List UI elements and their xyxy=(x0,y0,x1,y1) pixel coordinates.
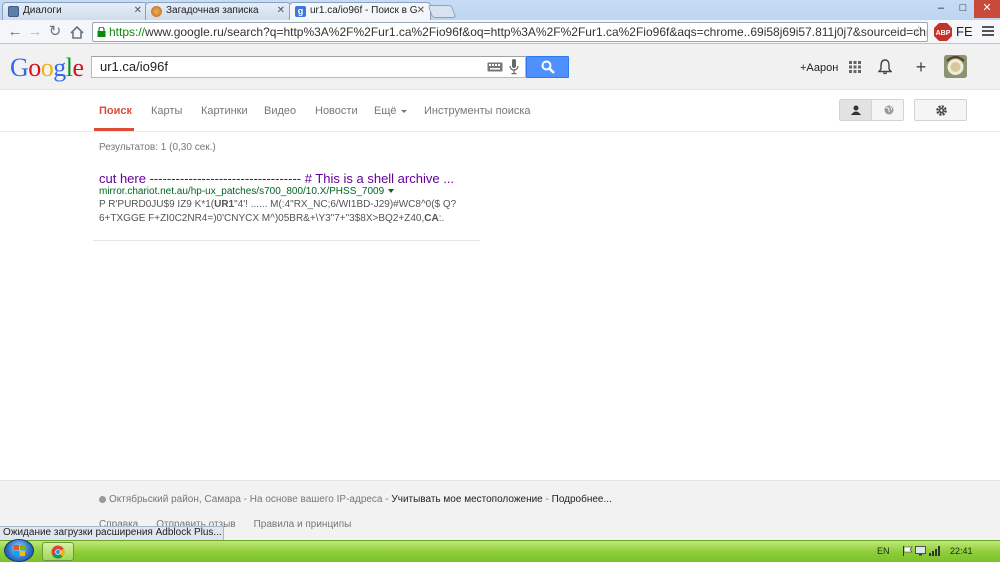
windows-taskbar xyxy=(0,540,1000,562)
avatar[interactable] xyxy=(944,55,967,78)
personal-results-button[interactable] xyxy=(840,100,872,120)
flag-icon[interactable] xyxy=(902,546,913,556)
snippet-text: "4'! ...... M(:4"RX_NC;6/WI1BD-J29)#WC8^… xyxy=(234,199,457,210)
microphone-icon[interactable] xyxy=(509,59,519,75)
url-scheme: https:// xyxy=(109,25,146,39)
tab-dialogs[interactable]: Диалоги ✕ xyxy=(2,2,148,20)
extension-fe[interactable]: FE xyxy=(956,23,973,41)
tab-images[interactable]: Картинки xyxy=(201,104,248,118)
results-personalization-toggle xyxy=(839,99,904,121)
result-url-text: mirror.chariot.net.au/hp-ux_patches/s700… xyxy=(99,186,385,197)
chrome-icon xyxy=(51,545,65,559)
tab-label: Загадочная записка xyxy=(166,5,259,16)
new-tab-button[interactable] xyxy=(427,5,457,18)
tab-label: Диалоги xyxy=(23,5,62,16)
caret-down-icon[interactable] xyxy=(388,189,395,194)
active-tab-indicator xyxy=(94,128,134,131)
adblock-icon[interactable]: ABP xyxy=(934,23,952,41)
tab-label: ur1.ca/io96f - Поиск в Go xyxy=(310,5,418,16)
logo-letter: o xyxy=(28,53,41,82)
taskbar-chrome-button[interactable] xyxy=(42,542,74,561)
snippet-highlight: UR1 xyxy=(214,199,235,210)
url-text: www.google.ru/search?q=http%3A%2F%2Fur1.… xyxy=(145,25,928,39)
location-dot-icon xyxy=(99,495,106,503)
tab-video[interactable]: Видео xyxy=(264,104,296,118)
forward-arrow-icon[interactable]: → xyxy=(26,23,44,41)
logo-letter: G xyxy=(10,53,29,82)
close-icon[interactable]: ✕ xyxy=(417,3,425,19)
system-clock[interactable]: 22:41 xyxy=(950,545,973,557)
snippet-text: :. xyxy=(438,213,445,224)
vk-icon xyxy=(8,6,19,17)
svg-text:ABP: ABP xyxy=(936,30,951,37)
maximize-button[interactable]: □ xyxy=(952,0,974,18)
tab-search[interactable]: Поиск xyxy=(99,104,132,118)
browser-toolbar: ← → ↻ https://www.google.ru/search?q=htt… xyxy=(0,20,1000,44)
snippet-text: P R'PURD0JU$9 IZ9 K*1( xyxy=(99,199,215,210)
location-sep: - На основе вашего IP-адреса - xyxy=(240,494,392,505)
logo-letter: g xyxy=(53,53,66,82)
display-icon[interactable] xyxy=(915,546,926,556)
tab-more[interactable]: Ещё xyxy=(374,104,407,118)
browser-status-bar: Ожидание загрузки расширения Adblock Plu… xyxy=(0,526,224,540)
keyboard-icon[interactable] xyxy=(487,62,503,72)
tab-maps[interactable]: Карты xyxy=(151,104,182,118)
reload-icon[interactable]: ↻ xyxy=(46,23,64,41)
tab-news[interactable]: Новости xyxy=(315,104,358,118)
google-plus-name[interactable]: +Аарон xyxy=(800,61,838,75)
star-icon[interactable]: ☆ xyxy=(912,23,925,41)
logo-letter: e xyxy=(72,53,85,82)
location-sep: - xyxy=(542,494,552,505)
google-logo[interactable]: Google xyxy=(10,53,84,83)
chevron-down-icon xyxy=(400,109,407,113)
tab-more-label: Ещё xyxy=(374,105,397,117)
search-query: ur1.ca/io96f xyxy=(100,59,168,74)
minimize-button[interactable]: – xyxy=(930,0,952,18)
search-icon xyxy=(541,60,555,74)
network-signal-icon[interactable] xyxy=(929,546,940,556)
results-divider xyxy=(93,240,480,241)
windows-start-icon[interactable] xyxy=(4,539,34,562)
back-arrow-icon[interactable]: ← xyxy=(6,23,24,41)
close-icon[interactable]: ✕ xyxy=(277,3,285,19)
share-plus-icon[interactable]: + xyxy=(913,58,929,76)
result-snippet-line-2: 6+TXGGE F+ZI0C2NR4=)0'CNYCX M^)05BR&+\Y3… xyxy=(99,213,444,225)
menu-icon[interactable] xyxy=(982,25,994,37)
snippet-text: 6+TXGGE F+ZI0C2NR4=)0'CNYCX M^)05BR&+\Y3… xyxy=(99,213,425,224)
tab-search-tools[interactable]: Инструменты поиска xyxy=(424,104,531,118)
lock-icon xyxy=(97,27,106,37)
tab-mysterious-note[interactable]: Загадочная записка ✕ xyxy=(145,2,291,20)
address-bar[interactable]: https://www.google.ru/search?q=http%3A%2… xyxy=(92,22,928,42)
more-details-link[interactable]: Подробнее... xyxy=(552,494,612,505)
result-stats: Результатов: 1 (0,30 сек.) xyxy=(99,142,216,153)
footer-link-policies[interactable]: Правила и принципы xyxy=(254,519,352,530)
close-icon[interactable]: ✕ xyxy=(134,3,142,19)
use-location-link[interactable]: Учитывать мое местоположение xyxy=(391,494,542,505)
cookie-icon xyxy=(151,6,162,17)
language-indicator[interactable]: EN xyxy=(877,545,890,557)
result-url: mirror.chariot.net.au/hp-ux_patches/s700… xyxy=(99,186,395,198)
search-input[interactable]: ur1.ca/io96f xyxy=(91,56,526,78)
search-button[interactable] xyxy=(526,56,569,78)
home-icon[interactable] xyxy=(68,23,86,41)
settings-button[interactable] xyxy=(914,99,967,121)
logo-letter: l xyxy=(65,53,73,82)
google-icon: g xyxy=(295,6,306,17)
logo-letter: o xyxy=(40,53,54,82)
location-name: Октябрьский район, Самара xyxy=(109,494,241,505)
result-title-link[interactable]: cut here -------------------------------… xyxy=(99,171,454,187)
snippet-highlight: CA xyxy=(424,213,439,224)
bell-icon[interactable] xyxy=(878,59,892,75)
result-snippet-line-1: P R'PURD0JU$9 IZ9 K*1(UR1"4'! ...... M(:… xyxy=(99,199,456,211)
global-results-button[interactable] xyxy=(873,100,903,120)
close-window-button[interactable]: ✕ xyxy=(974,0,1000,18)
gear-icon xyxy=(936,105,947,116)
apps-grid-icon[interactable] xyxy=(849,61,861,73)
person-icon xyxy=(851,105,861,115)
globe-icon xyxy=(884,105,894,115)
tab-google-search[interactable]: g ur1.ca/io96f - Поиск в Go ✕ xyxy=(289,2,431,21)
footer-location: Октябрьский район, Самара - На основе ва… xyxy=(99,494,612,506)
